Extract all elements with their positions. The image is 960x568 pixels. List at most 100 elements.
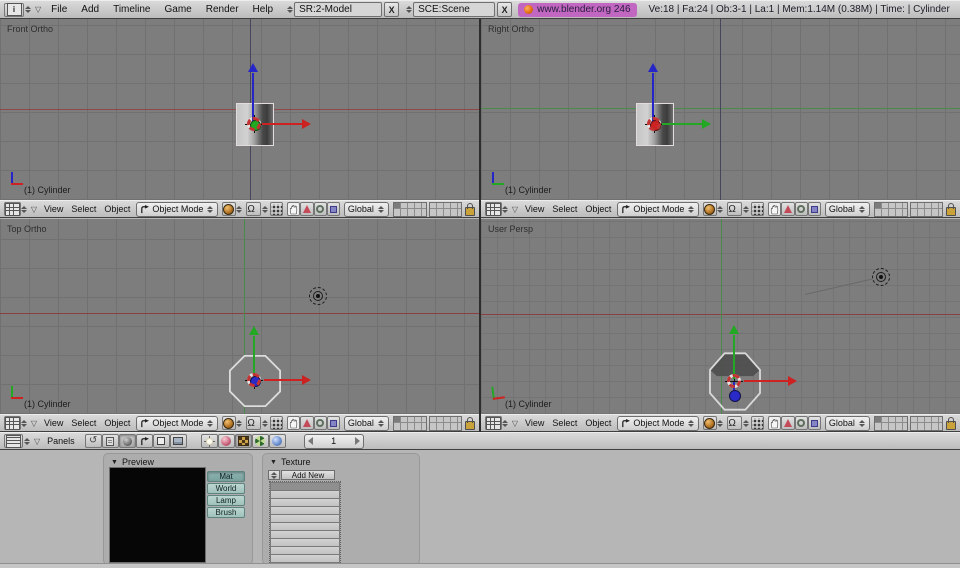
editor-type-selector[interactable]	[4, 416, 21, 430]
preview-brush-button[interactable]: Brush	[207, 507, 245, 518]
scale-manipulator-button[interactable]	[327, 416, 340, 430]
draw-type-button[interactable]	[222, 202, 235, 216]
collapse-menu-icon[interactable]: ▽	[31, 419, 37, 428]
manipulator-y-arrowhead[interactable]	[702, 119, 711, 129]
orientation-dropdown[interactable]: Global	[825, 202, 870, 217]
view-menu[interactable]: View	[525, 418, 544, 428]
menu-help[interactable]: Help	[253, 4, 274, 15]
viewport-user[interactable]: User Persp (1) Cylinder	[481, 219, 960, 414]
manipulator-toggle-button[interactable]	[768, 202, 781, 216]
pivot-button[interactable]: Ω	[246, 202, 261, 216]
manipulator-y-arrow[interactable]	[733, 335, 735, 379]
lock-icon[interactable]	[465, 421, 475, 430]
collapse-menu-icon[interactable]: ▽	[512, 419, 518, 428]
draw-type-stepper-icon[interactable]	[717, 417, 724, 430]
viewport-front[interactable]: Front Ortho (1) Cylinder	[0, 19, 479, 200]
texture-channel-row[interactable]	[270, 482, 340, 491]
manipulator-toggle-button[interactable]	[768, 416, 781, 430]
preview-world-button[interactable]: World	[207, 483, 245, 494]
texture-channel-row[interactable]	[270, 499, 340, 507]
editor-type-selector[interactable]	[485, 202, 502, 216]
draw-type-stepper-icon[interactable]	[236, 417, 243, 430]
manipulator-toggle-button[interactable]	[287, 416, 300, 430]
orientation-dropdown[interactable]: Global	[344, 416, 389, 431]
manipulator-toggle-button[interactable]	[287, 202, 300, 216]
manipulator-y-arrow[interactable]	[253, 336, 255, 376]
manipulator-x-arrow[interactable]	[264, 379, 304, 381]
manipulator-z-arrowhead[interactable]	[648, 63, 658, 72]
translate-manipulator-button[interactable]	[300, 416, 313, 430]
collapse-menu-icon[interactable]: ▽	[35, 5, 41, 14]
editing-context-button[interactable]	[153, 434, 170, 448]
script-context-button[interactable]	[102, 434, 119, 448]
pivot-stepper-icon[interactable]	[742, 417, 749, 430]
scale-manipulator-button[interactable]	[808, 416, 821, 430]
texture-channel-row[interactable]	[270, 531, 340, 539]
manipulator-x-arrow[interactable]	[262, 123, 304, 125]
translate-manipulator-button[interactable]	[300, 202, 313, 216]
editor-type-selector[interactable]	[4, 202, 21, 216]
menu-render[interactable]: Render	[206, 4, 239, 15]
pivot-button[interactable]: Ω	[246, 416, 261, 430]
manipulator-x-arrow[interactable]	[744, 380, 790, 382]
collapse-menu-icon[interactable]: ▽	[31, 205, 37, 214]
texture-browse-button[interactable]	[268, 470, 280, 480]
texture-subcontext-button[interactable]	[235, 434, 252, 448]
scale-manipulator-button[interactable]	[808, 202, 821, 216]
object-menu[interactable]: Object	[585, 418, 611, 428]
pivot-stepper-icon[interactable]	[742, 203, 749, 216]
orientation-dropdown[interactable]: Global	[344, 202, 389, 217]
window-border[interactable]	[0, 563, 960, 568]
menu-add[interactable]: Add	[81, 4, 99, 15]
view-menu[interactable]: View	[44, 418, 63, 428]
layer-buttons-group2[interactable]	[429, 416, 463, 431]
select-menu[interactable]: Select	[71, 418, 96, 428]
viewport-right[interactable]: Right Ortho (1) Cylinder	[481, 19, 960, 200]
snap-button[interactable]	[751, 416, 764, 430]
scene-selector[interactable]: SCE:Scene	[413, 2, 495, 17]
editor-type-stepper-icon[interactable]	[21, 203, 28, 216]
mode-dropdown[interactable]: Object Mode	[617, 416, 699, 431]
window-type-stepper-icon[interactable]	[24, 3, 32, 16]
layer-buttons-group1[interactable]	[393, 416, 427, 431]
lock-icon[interactable]	[946, 207, 956, 216]
manipulator-x-arrowhead[interactable]	[302, 119, 311, 129]
select-menu[interactable]: Select	[71, 204, 96, 214]
texture-channel-row[interactable]	[270, 507, 340, 515]
lamp-object[interactable]	[872, 268, 890, 286]
texture-channel-row[interactable]	[270, 515, 340, 523]
manipulator-y-arrowhead[interactable]	[729, 325, 739, 334]
logic-context-button[interactable]: ↺	[85, 434, 102, 448]
mode-dropdown[interactable]: Object Mode	[136, 416, 218, 431]
manipulator-y-arrowhead[interactable]	[249, 326, 259, 335]
window-type-selector[interactable]: i	[4, 3, 24, 17]
manipulator-x-arrowhead[interactable]	[788, 376, 797, 386]
draw-type-button[interactable]	[222, 416, 235, 430]
texture-channel-row[interactable]	[270, 491, 340, 499]
menu-file[interactable]: File	[51, 4, 67, 15]
collapse-menu-icon[interactable]: ▽	[34, 437, 40, 446]
draw-type-button[interactable]	[703, 416, 716, 430]
layer-buttons-group1[interactable]	[874, 202, 908, 217]
object-menu[interactable]: Object	[104, 204, 130, 214]
rotate-manipulator-button[interactable]	[314, 202, 327, 216]
editor-type-selector[interactable]	[4, 434, 23, 448]
draw-type-stepper-icon[interactable]	[236, 203, 243, 216]
manipulator-z-arrowhead[interactable]	[248, 63, 258, 72]
rotate-manipulator-button[interactable]	[795, 416, 808, 430]
lock-icon[interactable]	[946, 421, 956, 430]
pivot-stepper-icon[interactable]	[261, 417, 268, 430]
frame-increment-icon[interactable]	[355, 437, 360, 445]
draw-type-button[interactable]	[703, 202, 716, 216]
pivot-button[interactable]: Ω	[727, 202, 742, 216]
layer-buttons-group1[interactable]	[874, 416, 908, 431]
select-menu[interactable]: Select	[552, 418, 577, 428]
panel-collapse-icon[interactable]: ▼	[111, 459, 118, 466]
layer-buttons-group2[interactable]	[910, 416, 944, 431]
scale-manipulator-button[interactable]	[327, 202, 340, 216]
rotate-manipulator-button[interactable]	[314, 416, 327, 430]
lamp-subcontext-button[interactable]	[201, 434, 218, 448]
lock-icon[interactable]	[465, 207, 475, 216]
frame-number-spinner[interactable]: 1	[304, 434, 364, 449]
pivot-stepper-icon[interactable]	[261, 203, 268, 216]
